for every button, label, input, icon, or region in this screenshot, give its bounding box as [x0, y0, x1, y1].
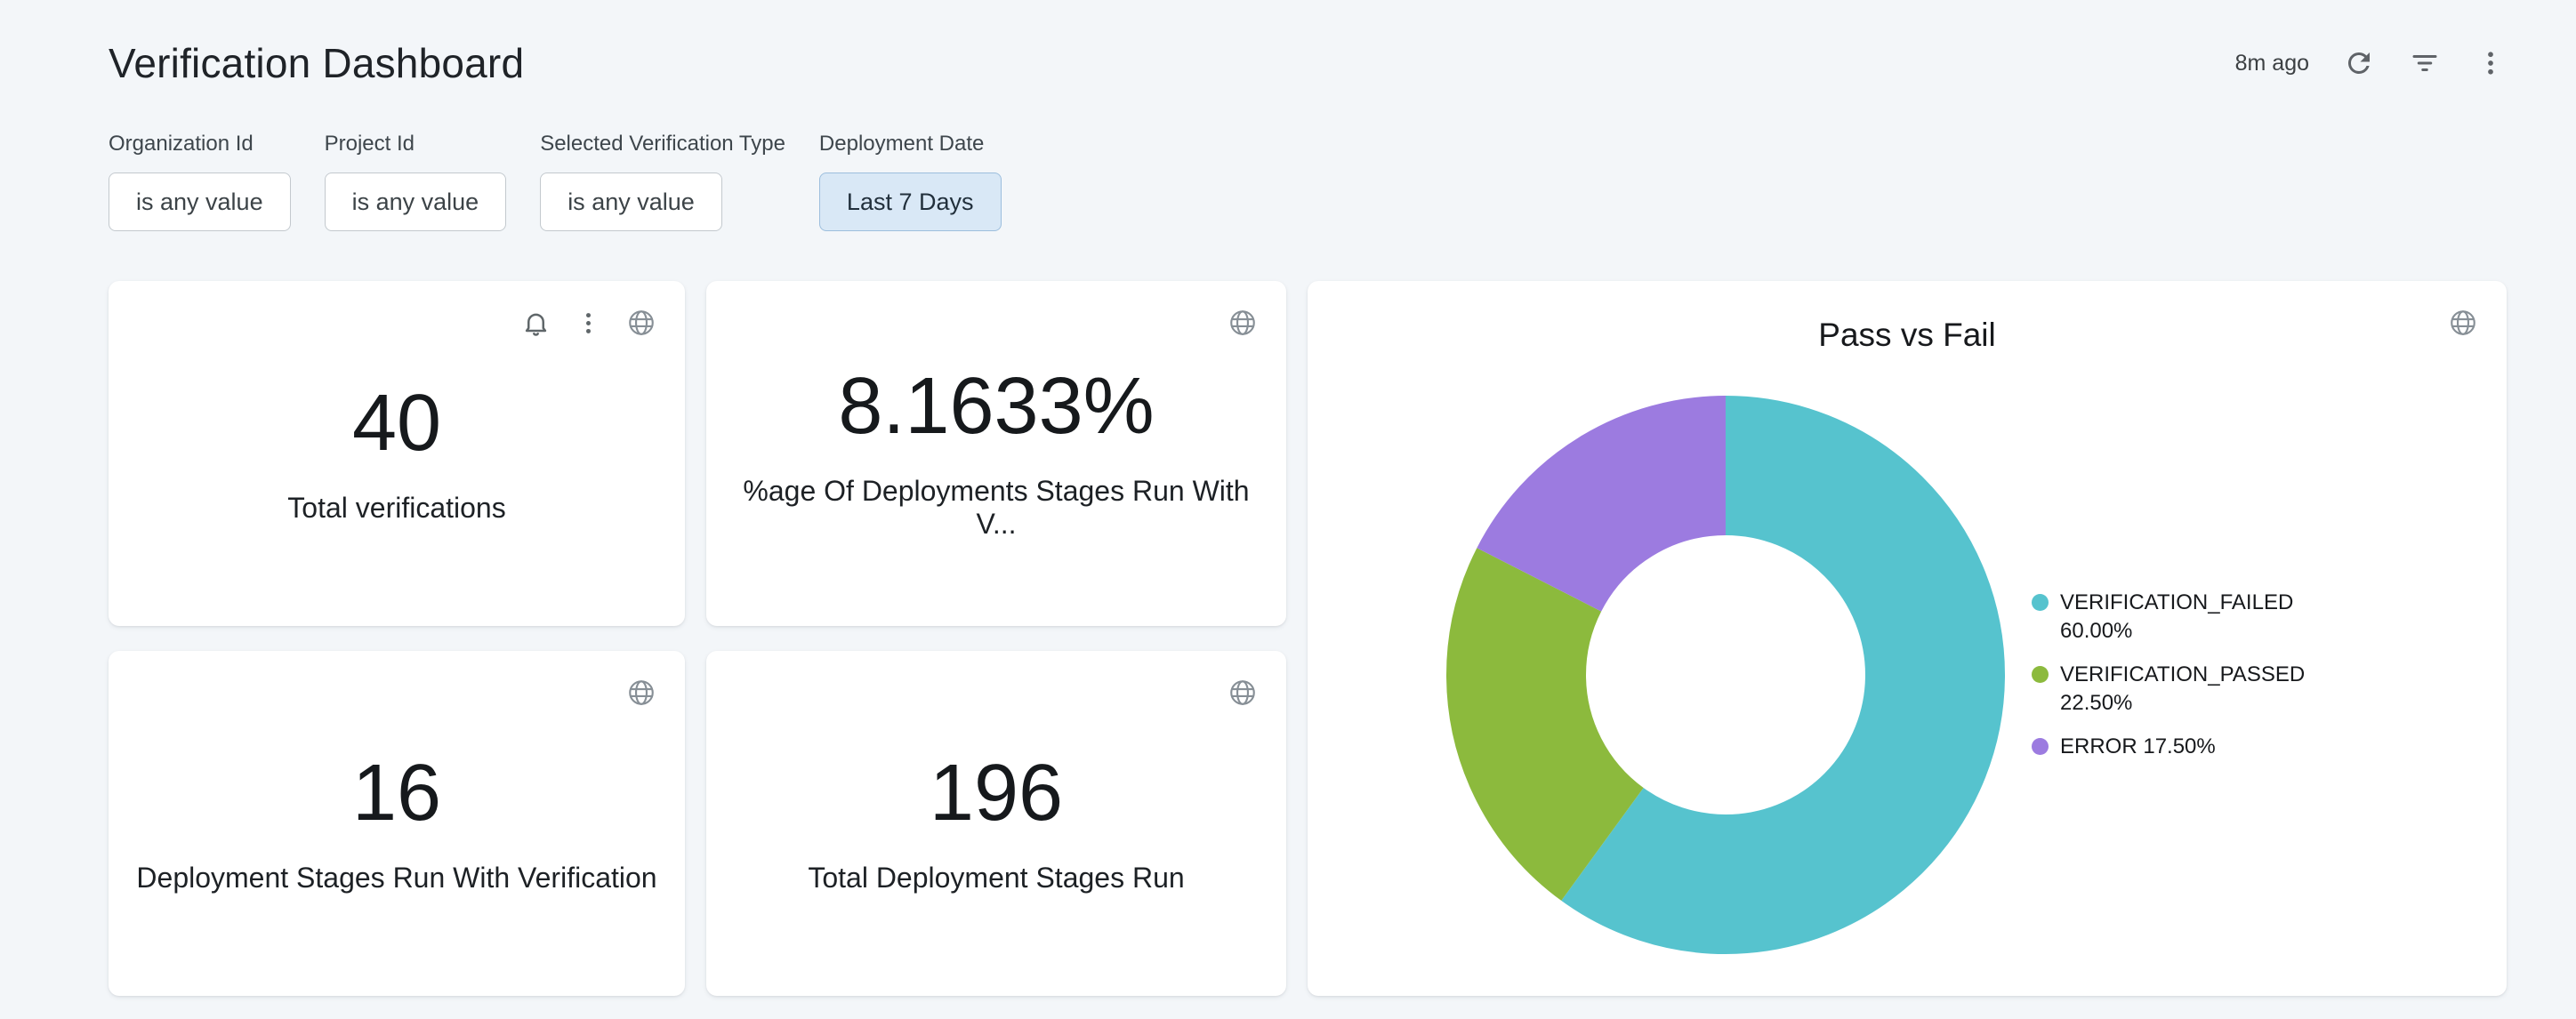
pass-vs-fail-donut — [1446, 396, 2005, 954]
tile-percent-deployment-stages: 8.1633% %age Of Deployments Stages Run W… — [706, 281, 1286, 626]
stat-value: 196 — [930, 753, 1063, 833]
filter-selected-verification-type-button[interactable]: is any value — [540, 173, 722, 231]
filter-bar: Organization Id is any value Project Id … — [109, 132, 2507, 231]
explore-button[interactable] — [1228, 678, 1258, 708]
tile-actions — [1228, 678, 1258, 708]
chart-body: VERIFICATION_FAILED 60.00% VERIFICATION_P… — [1308, 354, 2507, 996]
tile-actions — [626, 678, 656, 708]
legend-dot — [2032, 738, 2049, 755]
legend-dot — [2032, 594, 2049, 611]
tile-actions — [2448, 308, 2478, 338]
legend-dot — [2032, 666, 2049, 683]
legend-item-error[interactable]: ERROR 17.50% — [2032, 733, 2327, 761]
filter-selected-verification-type: Selected Verification Type is any value — [540, 132, 785, 231]
filter-label: Project Id — [325, 132, 507, 156]
explore-button[interactable] — [2448, 308, 2478, 338]
legend-label: VERIFICATION_PASSED 22.50% — [2060, 661, 2327, 718]
legend-label: ERROR 17.50% — [2060, 733, 2327, 761]
stat-value: 40 — [352, 383, 441, 463]
dashboard-header: Verification Dashboard 8m ago — [109, 0, 2507, 87]
dashboard-menu-button[interactable] — [2475, 47, 2507, 79]
dashboard-page: Verification Dashboard 8m ago Orga — [0, 0, 2576, 1019]
filter-label: Selected Verification Type — [540, 132, 785, 156]
filter-organization-id-button[interactable]: is any value — [109, 173, 291, 231]
cards-grid: 40 Total verifications 8.1633% %age Of D… — [109, 281, 2507, 996]
filter-organization-id: Organization Id is any value — [109, 132, 291, 231]
globe-icon — [2448, 308, 2478, 338]
globe-icon — [626, 308, 656, 338]
stat-label: %age Of Deployments Stages Run With V... — [729, 475, 1263, 541]
tile-total-verifications: 40 Total verifications — [109, 281, 685, 626]
filter-deployment-date: Deployment Date Last 7 Days — [819, 132, 1002, 231]
kebab-menu-icon — [2475, 47, 2507, 79]
tile-menu-button[interactable] — [574, 309, 603, 338]
stat-label: Deployment Stages Run With Verification — [136, 862, 656, 895]
filter-toggle-button[interactable] — [2409, 47, 2441, 79]
globe-icon — [1228, 678, 1258, 708]
stat-value: 16 — [352, 753, 441, 833]
filter-label: Deployment Date — [819, 132, 1002, 156]
filter-label: Organization Id — [109, 132, 291, 156]
tile-total-deployment-stages-run: 196 Total Deployment Stages Run — [706, 651, 1286, 996]
chart-title: Pass vs Fail — [1308, 317, 2507, 354]
stat-label: Total verifications — [287, 492, 505, 525]
header-actions: 8m ago — [2235, 47, 2507, 79]
stat-label: Total Deployment Stages Run — [808, 862, 1184, 895]
filter-project-id-button[interactable]: is any value — [325, 173, 507, 231]
filter-deployment-date-button[interactable]: Last 7 Days — [819, 173, 1002, 231]
last-updated-text: 8m ago — [2235, 51, 2309, 76]
filter-project-id: Project Id is any value — [325, 132, 507, 231]
legend-label: VERIFICATION_FAILED 60.00% — [2060, 589, 2327, 646]
filter-list-icon — [2409, 47, 2441, 79]
stat-value: 8.1633% — [838, 366, 1154, 446]
bell-icon — [521, 309, 551, 338]
tile-actions — [521, 308, 656, 338]
tile-deployment-stages-with-verification: 16 Deployment Stages Run With Verificati… — [109, 651, 685, 996]
legend-item-verification_failed[interactable]: VERIFICATION_FAILED 60.00% — [2032, 589, 2327, 646]
legend-item-verification_passed[interactable]: VERIFICATION_PASSED 22.50% — [2032, 661, 2327, 718]
refresh-button[interactable] — [2343, 47, 2375, 79]
globe-icon — [626, 678, 656, 708]
explore-button[interactable] — [626, 678, 656, 708]
tile-actions — [1228, 308, 1258, 338]
page-title: Verification Dashboard — [109, 39, 524, 87]
refresh-icon — [2343, 47, 2375, 79]
explore-button[interactable] — [626, 308, 656, 338]
alert-bell-button[interactable] — [521, 309, 551, 338]
globe-icon — [1228, 308, 1258, 338]
explore-button[interactable] — [1228, 308, 1258, 338]
tile-pass-vs-fail: Pass vs Fail VERIFICATION_FAILED 60.00%V… — [1308, 281, 2507, 996]
kebab-menu-icon — [574, 309, 603, 338]
chart-legend: VERIFICATION_FAILED 60.00% VERIFICATION_P… — [2032, 589, 2327, 761]
